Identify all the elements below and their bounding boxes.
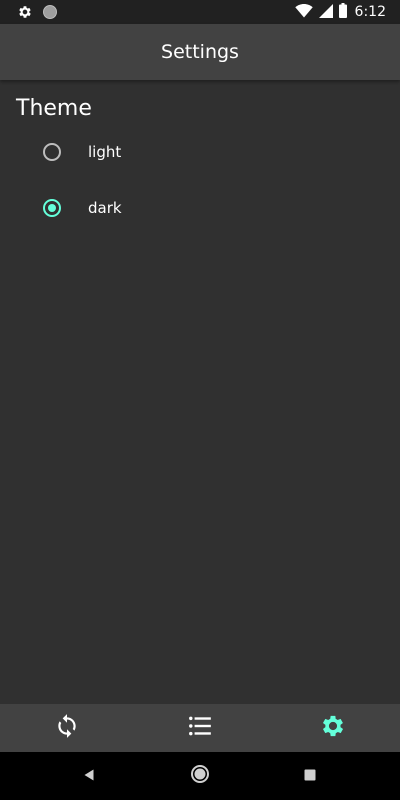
nav-item-sync[interactable] — [0, 704, 133, 752]
theme-heading: Theme — [16, 96, 92, 121]
radio-light[interactable] — [30, 130, 74, 174]
battery-icon — [338, 2, 347, 22]
nav-item-settings[interactable] — [267, 704, 400, 752]
settings-icon — [319, 712, 347, 744]
radio-dark[interactable] — [30, 186, 74, 230]
theme-option-light[interactable]: light — [30, 130, 390, 174]
app-bar: Settings — [0, 24, 400, 80]
back-icon — [82, 767, 96, 786]
status-time: 6:12 — [354, 4, 386, 20]
status-icons: 6:12 — [289, 0, 386, 24]
home-icon — [190, 764, 210, 788]
bottom-navigation — [0, 704, 400, 752]
sync-icon — [54, 713, 80, 743]
settings-screen: 6:12 Settings Theme light dark — [0, 0, 400, 800]
home-button[interactable] — [188, 764, 212, 788]
circle-icon — [42, 4, 58, 20]
back-button[interactable] — [77, 764, 101, 788]
theme-option-label: light — [88, 143, 122, 161]
recents-button[interactable] — [298, 764, 322, 788]
settings-content: Theme light dark — [0, 80, 400, 704]
theme-option-label: dark — [88, 199, 122, 217]
status-bar: 6:12 — [0, 0, 400, 24]
radio-unchecked-icon — [43, 143, 61, 161]
nav-item-list[interactable] — [133, 704, 266, 752]
recents-icon — [303, 767, 317, 786]
page-title: Settings — [161, 41, 239, 63]
radio-checked-icon — [43, 199, 61, 217]
system-navigation-bar — [0, 752, 400, 800]
list-icon — [187, 713, 213, 743]
theme-option-dark[interactable]: dark — [30, 186, 390, 230]
gear-icon — [17, 4, 33, 20]
signal-icon — [318, 3, 333, 22]
wifi-icon — [294, 3, 313, 22]
